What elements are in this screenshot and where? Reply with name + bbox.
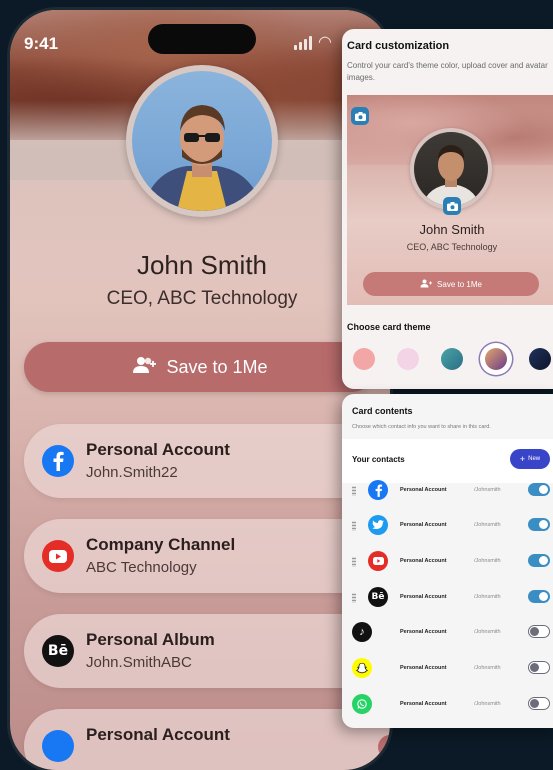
contact-row[interactable]: Bē Personal Account /Johnsmith — [342, 581, 553, 616]
panel-title: Card customization — [347, 40, 450, 52]
contact-label: Personal Account — [400, 558, 447, 564]
profile-title: CEO, ABC Technology — [106, 288, 298, 309]
new-button-label: New — [528, 456, 541, 462]
status-icons: ◠ — [294, 34, 332, 51]
snapchat-icon — [352, 658, 372, 678]
upload-cover-button[interactable] — [351, 107, 369, 125]
preview-name: John Smith — [419, 222, 485, 237]
facebook-icon — [42, 445, 74, 477]
your-contacts-label: Your contacts — [352, 455, 405, 464]
phone-card-preview: 9:41 ◠ John Smith CEO, ABC Technology Sa… — [10, 10, 390, 770]
card-contents-panel: Card contents Choose which contact info … — [342, 394, 553, 728]
theme-swatch-pink[interactable] — [353, 348, 375, 370]
youtube-icon — [42, 540, 74, 572]
contact-toggle[interactable] — [528, 554, 550, 567]
wifi-icon: ◠ — [318, 34, 332, 51]
contact-label: Personal Account — [400, 522, 447, 528]
account-label: Personal Account — [86, 725, 230, 744]
profile-name: John Smith — [136, 250, 268, 280]
contact-value: /Johnsmith — [474, 701, 501, 707]
contact-label: Personal Account — [400, 701, 447, 707]
drag-handle-icon[interactable] — [352, 593, 356, 603]
account-label: Company Channel — [86, 535, 236, 554]
avatar-photo — [132, 71, 272, 211]
drag-handle-icon[interactable] — [352, 521, 356, 531]
contact-label: Personal Account — [400, 629, 447, 635]
contact-toggle[interactable] — [528, 697, 550, 710]
account-handle: ABC Technology — [86, 559, 197, 576]
camera-icon — [446, 201, 458, 211]
youtube-icon — [368, 551, 388, 571]
theme-section-title: Choose card theme — [347, 322, 431, 332]
panel-title: Card contents — [352, 406, 413, 416]
card-preview: John Smith CEO, ABC Technology Save to 1… — [347, 95, 553, 305]
account-label: Personal Album — [86, 630, 215, 649]
contact-row[interactable]: ♪ Personal Account /Johnsmith — [342, 616, 553, 651]
theme-swatch-selected-ring[interactable] — [480, 343, 512, 375]
account-card[interactable]: Bē Personal Album John.SmithABC — [24, 614, 390, 688]
plus-icon: + — [519, 453, 526, 464]
account-card[interactable]: Company Channel ABC Technology — [24, 519, 390, 593]
behance-icon: Bē — [42, 635, 74, 667]
theme-swatch-lavender[interactable] — [397, 348, 419, 370]
facebook-icon — [42, 730, 74, 762]
status-time: 9:41 — [24, 34, 59, 53]
behance-icon: Bē — [368, 587, 388, 607]
contact-value: /Johnsmith — [474, 487, 501, 493]
save-button-label: Save to 1Me — [437, 279, 482, 289]
facebook-icon — [368, 480, 388, 500]
account-card[interactable]: Personal Account — [24, 709, 390, 770]
account-label: Personal Account — [86, 440, 230, 459]
new-contact-button[interactable]: + New — [510, 449, 550, 469]
contact-row[interactable]: Personal Account /Johnsmith — [342, 545, 553, 580]
account-handle: John.Smith22 — [86, 464, 178, 481]
theme-swatch-sunset — [485, 348, 507, 370]
contact-label: Personal Account — [400, 594, 447, 600]
theme-swatch-navy[interactable] — [529, 348, 551, 370]
add-contact-icon — [420, 279, 433, 290]
signal-icon — [294, 36, 312, 50]
contact-toggle[interactable] — [528, 518, 550, 531]
save-to-1me-button[interactable]: Save to 1Me — [24, 342, 376, 392]
contact-value: /Johnsmith — [474, 558, 501, 564]
preview-title: CEO, ABC Technology — [406, 242, 498, 252]
contact-toggle[interactable] — [528, 625, 550, 638]
theme-swatch-teal[interactable] — [441, 348, 463, 370]
contact-row[interactable]: Personal Account /Johnsmith — [342, 688, 553, 723]
panel-description: Control your card's theme color, upload … — [347, 61, 548, 82]
camera-icon — [354, 111, 366, 121]
avatar — [126, 65, 278, 217]
preview-save-button[interactable]: Save to 1Me — [363, 272, 539, 296]
card-customization-panel: Card customization Control your card's t… — [342, 29, 553, 389]
save-button-label: Save to 1Me — [166, 356, 268, 377]
twitter-icon — [368, 515, 388, 535]
whatsapp-icon — [352, 694, 372, 714]
dynamic-island — [148, 24, 256, 54]
contact-value: /Johnsmith — [474, 629, 501, 635]
contact-toggle[interactable] — [528, 590, 550, 603]
drag-handle-icon[interactable] — [352, 486, 356, 496]
contact-row[interactable]: Personal Account /Johnsmith — [342, 652, 553, 687]
drag-handle-icon[interactable] — [352, 557, 356, 567]
contact-label: Personal Account — [400, 487, 447, 493]
contact-toggle[interactable] — [528, 483, 550, 496]
contact-row[interactable]: Personal Account /Johnsmith — [342, 509, 553, 544]
contact-value: /Johnsmith — [474, 665, 501, 671]
panel-description: Choose which contact info you want to sh… — [352, 424, 491, 430]
contact-value: /Johnsmith — [474, 522, 501, 528]
account-handle: John.SmithABC — [86, 654, 192, 671]
upload-avatar-button[interactable] — [443, 197, 461, 215]
contact-row[interactable]: Personal Account /Johnsmith — [342, 474, 553, 509]
contact-value: /Johnsmith — [474, 594, 501, 600]
add-contact-icon — [132, 356, 157, 379]
avatar-photo — [414, 132, 488, 206]
contact-toggle[interactable] — [528, 661, 550, 674]
contact-label: Personal Account — [400, 665, 447, 671]
account-card[interactable]: Personal Account John.Smith22 — [24, 424, 390, 498]
tiktok-icon: ♪ — [352, 622, 372, 642]
